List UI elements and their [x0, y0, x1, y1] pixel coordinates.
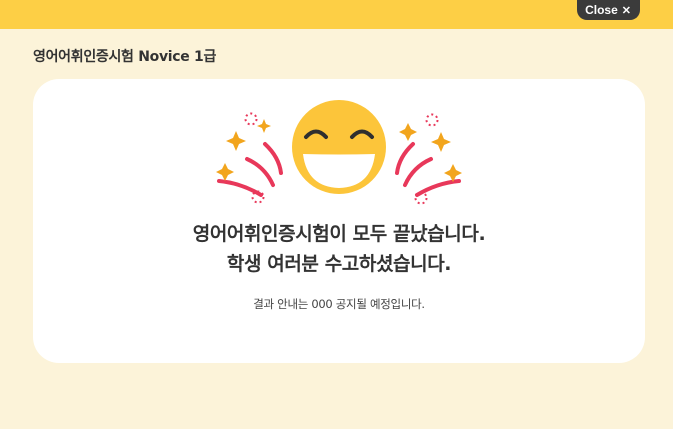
headline-line-1: 영어어휘인증시험이 모두 끝났습니다. — [192, 223, 486, 245]
completion-headline: 영어어휘인증시험이 모두 끝났습니다. 학생 여러분 수고하셨습니다. — [33, 219, 645, 279]
result-notice: 결과 안내는 000 공지될 예정입니다. — [253, 297, 425, 311]
page-title: 영어어휘인증시험 Novice 1급 — [33, 49, 217, 65]
laughing-emoji-icon — [292, 100, 386, 194]
right-burst-lines-icon — [395, 142, 461, 197]
headline-line-2: 학생 여러분 수고하셨습니다. — [226, 253, 452, 275]
celebration-illustration — [216, 100, 462, 205]
close-button[interactable]: Close ✕ — [577, 0, 640, 20]
top-bar: Close ✕ — [0, 0, 673, 29]
close-label: Close — [585, 3, 618, 17]
close-x-icon: ✕ — [621, 4, 631, 17]
result-card: 영어어휘인증시험이 모두 끝났습니다. 학생 여러분 수고하셨습니다. 결과 안… — [33, 79, 645, 363]
